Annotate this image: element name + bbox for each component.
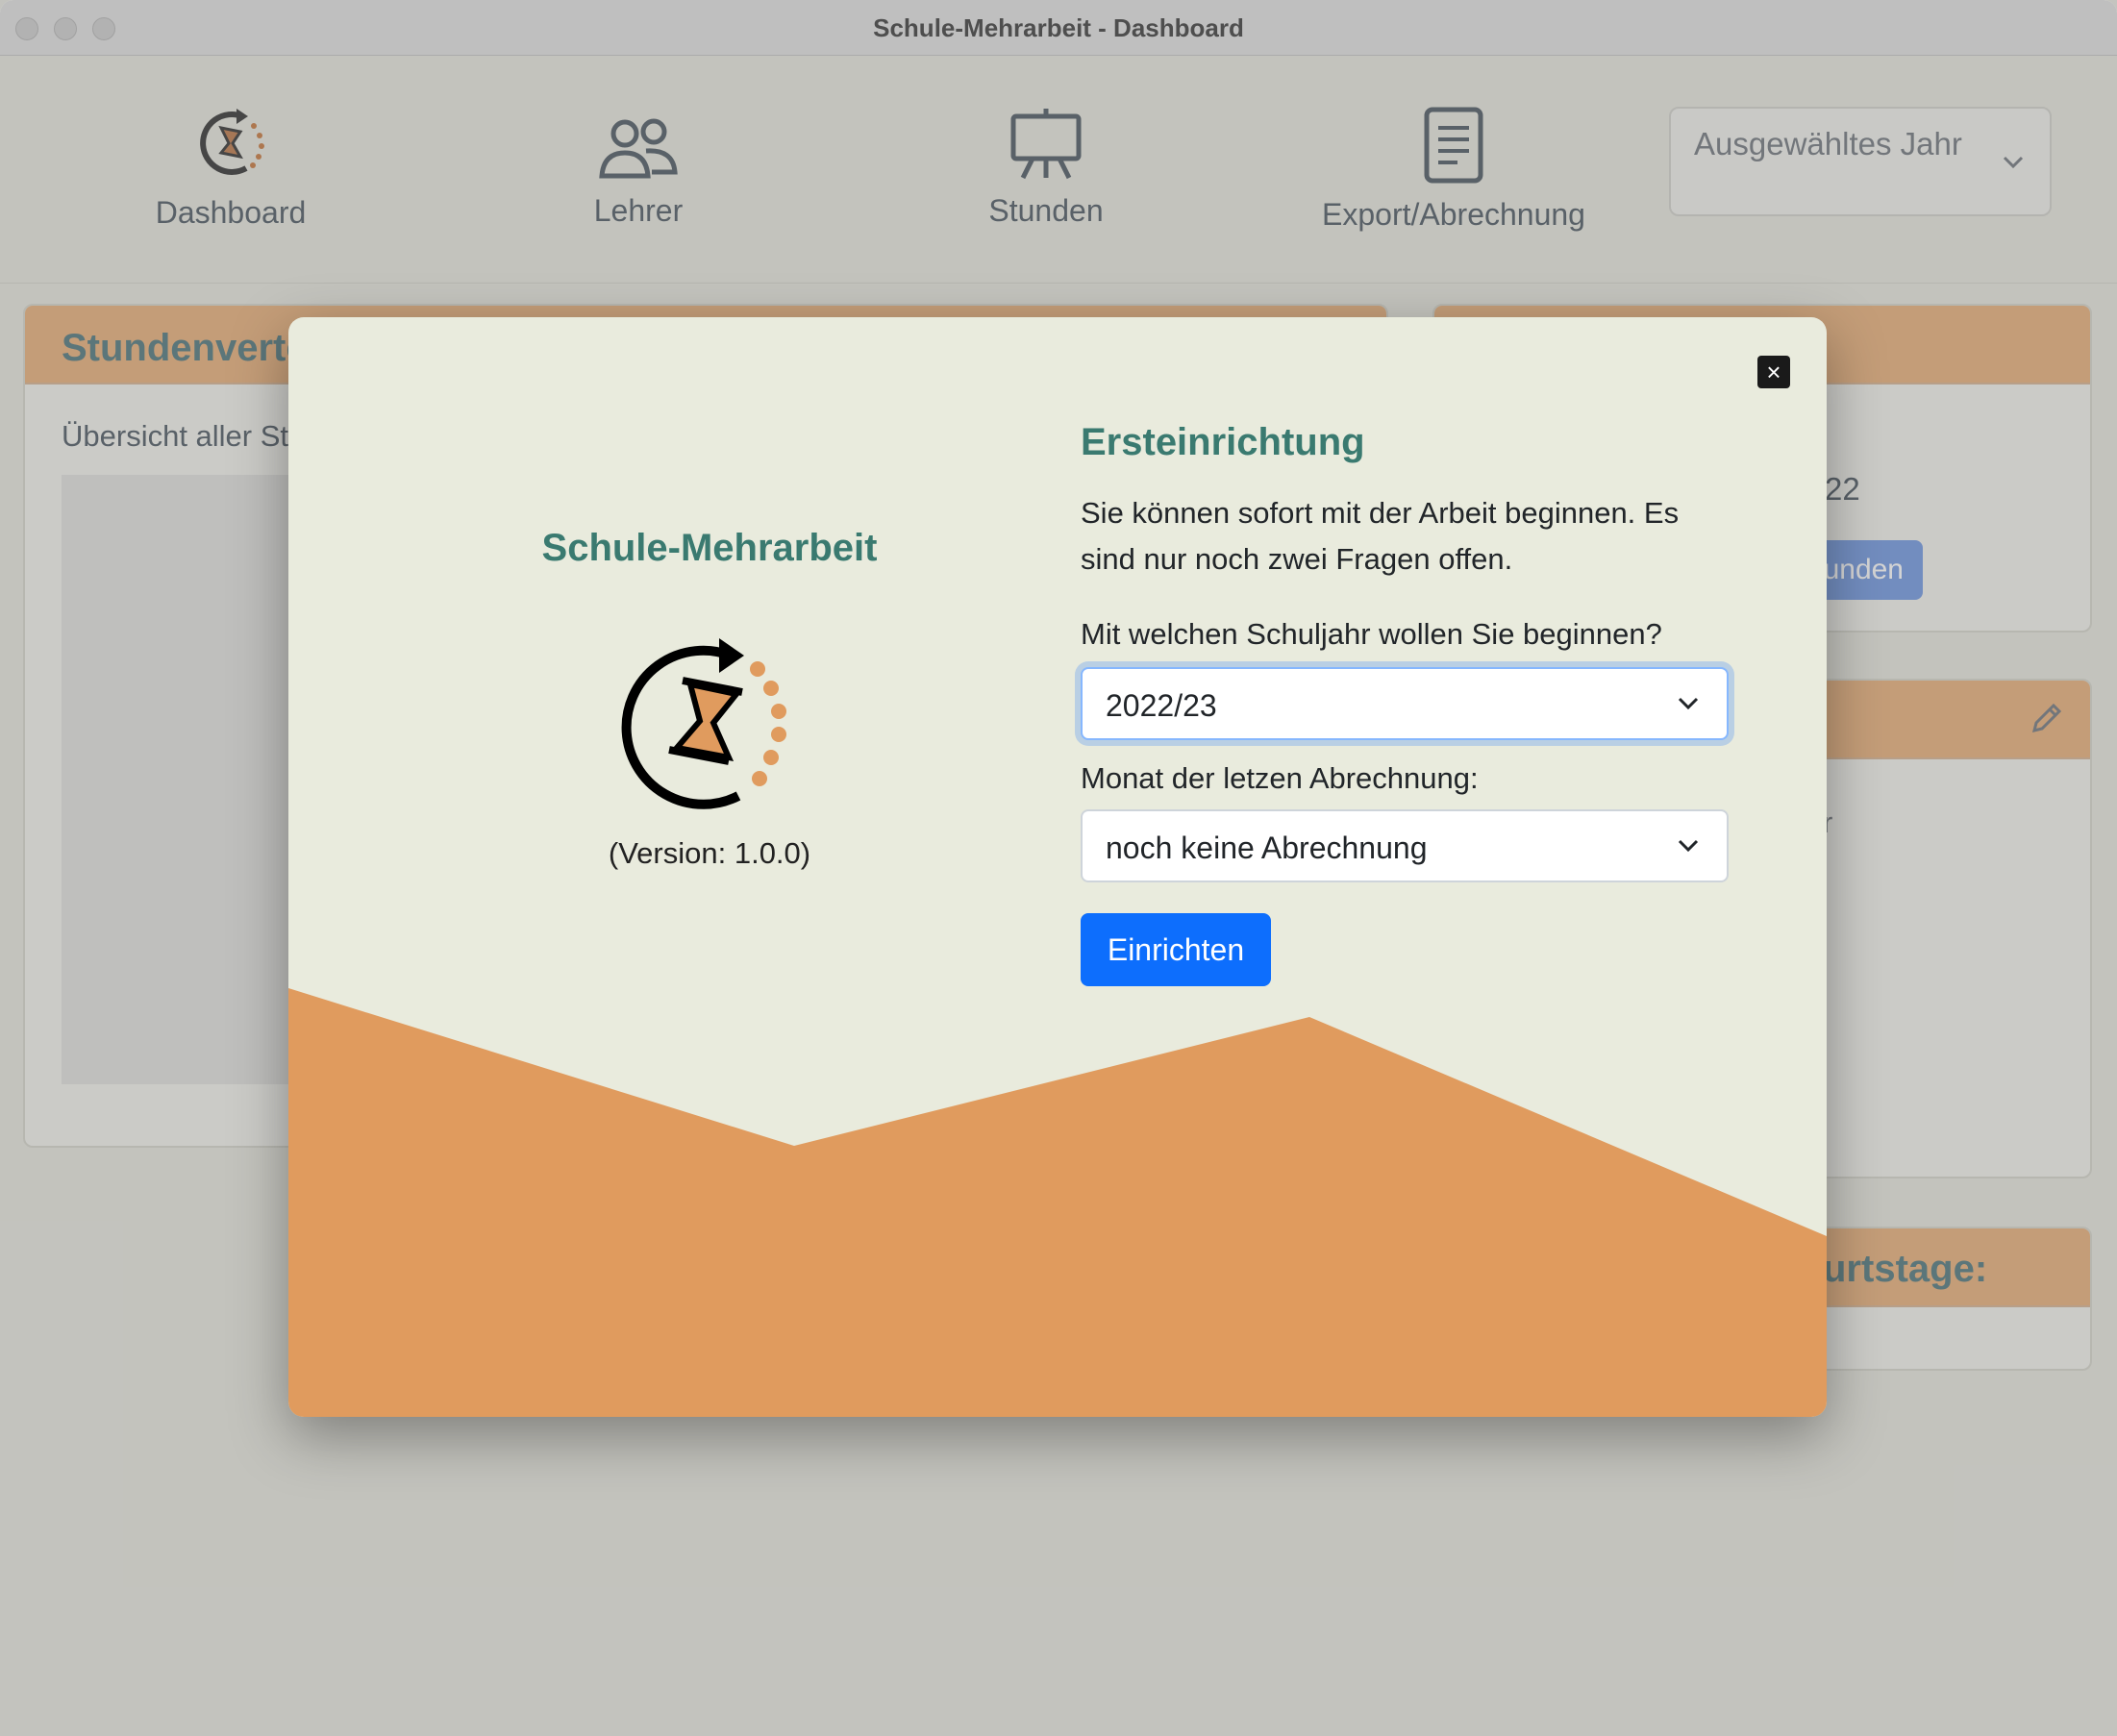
app-version: (Version: 1.0.0)	[608, 836, 811, 870]
last-billing-month-label: Monat der letzen Abrechnung:	[1081, 761, 1479, 795]
chevron-down-icon	[1678, 697, 1699, 710]
school-year-value: 2022/23	[1106, 688, 1217, 723]
app-window: Schule-Mehrarbeit - Dashboard Dashboard	[0, 0, 2117, 1736]
close-button[interactable]: ×	[1757, 356, 1790, 388]
app-name: Schule-Mehrarbeit	[541, 527, 878, 569]
setup-submit-button[interactable]: Einrichten	[1081, 913, 1271, 986]
school-year-label: Mit welchen Schuljahr wollen Sie beginne…	[1081, 617, 1662, 651]
chevron-down-icon	[1678, 839, 1699, 853]
last-billing-month-value: noch keine Abrechnung	[1106, 831, 1428, 865]
setup-modal: × Schule-Mehrarbeit (Version: 1.0.0) Ers…	[288, 317, 1827, 1417]
setup-description: Sie können sofort mit der Arbeit beginne…	[1081, 496, 1680, 576]
last-billing-month-select[interactable]: noch keine Abrechnung	[1081, 809, 1729, 882]
setup-title: Ersteinrichtung	[1081, 421, 1365, 463]
school-year-select[interactable]: 2022/23	[1081, 667, 1729, 740]
hourglass-logo-icon	[621, 638, 786, 809]
